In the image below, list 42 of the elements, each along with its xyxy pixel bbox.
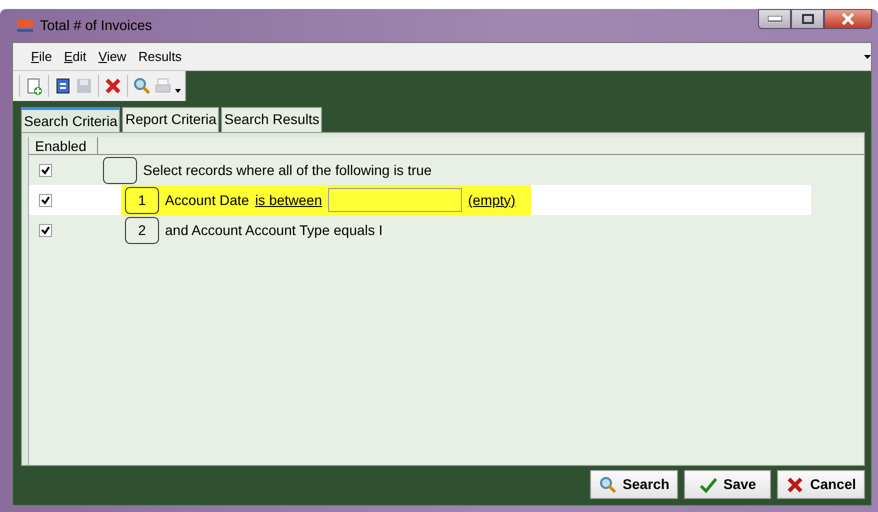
- criterion-text: Account Date: [165, 190, 250, 210]
- criterion-text: and Account Account Type equals I: [165, 220, 383, 240]
- magnifier-icon[interactable]: [133, 77, 151, 95]
- menu-item[interactable]: Results: [132, 46, 188, 66]
- enable-checkbox[interactable]: [39, 224, 52, 236]
- grid-row[interactable]: 2 and Account Account Type equals I: [29, 215, 811, 245]
- menu-item[interactable]: View: [92, 46, 132, 66]
- menu-item[interactable]: Edit: [58, 46, 92, 66]
- maximize-icon: [802, 14, 814, 24]
- save-button[interactable]: Save: [684, 470, 772, 499]
- close-button[interactable]: [824, 9, 872, 29]
- grid-row[interactable]: Select records where all of the following is true: [29, 155, 811, 185]
- enable-checkbox[interactable]: [39, 164, 52, 176]
- number-box[interactable]: 2: [125, 216, 159, 244]
- minimize-icon: [768, 16, 782, 22]
- tab[interactable]: Report Criteria: [122, 107, 220, 132]
- menu-overflow-icon[interactable]: [864, 54, 871, 58]
- cancel-icon: [786, 476, 804, 494]
- tab[interactable]: Search Results: [221, 107, 322, 132]
- number-box[interactable]: 1: [125, 186, 159, 214]
- criterion-text: Select records where all of the following is true: [143, 160, 432, 180]
- new-document-icon[interactable]: [25, 77, 43, 95]
- tab[interactable]: Search Criteria: [21, 107, 120, 132]
- refresh-document-icon[interactable]: [54, 77, 72, 95]
- search-button[interactable]: Search: [590, 470, 678, 499]
- delete-icon[interactable]: [104, 77, 122, 95]
- magnifier-icon: [598, 476, 617, 494]
- number-box[interactable]: [103, 156, 137, 184]
- maximize-button[interactable]: [791, 9, 824, 29]
- menu-item[interactable]: File: [25, 46, 58, 66]
- criterion-link[interactable]: (empty): [468, 190, 516, 210]
- enable-checkbox[interactable]: [39, 194, 52, 206]
- close-icon: [841, 13, 855, 25]
- cancel-button[interactable]: Cancel: [777, 470, 865, 499]
- window-title: Total # of Invoices: [40, 16, 152, 35]
- value-field[interactable]: [328, 188, 462, 212]
- selected-row[interactable]: 1 Account Date is between (empty): [29, 185, 811, 215]
- checkmark-icon: [699, 476, 718, 494]
- app-logo-icon: [16, 19, 34, 34]
- criterion-link[interactable]: is between: [255, 190, 322, 210]
- minimize-button[interactable]: [758, 9, 791, 29]
- column-header: Enabled: [29, 137, 98, 154]
